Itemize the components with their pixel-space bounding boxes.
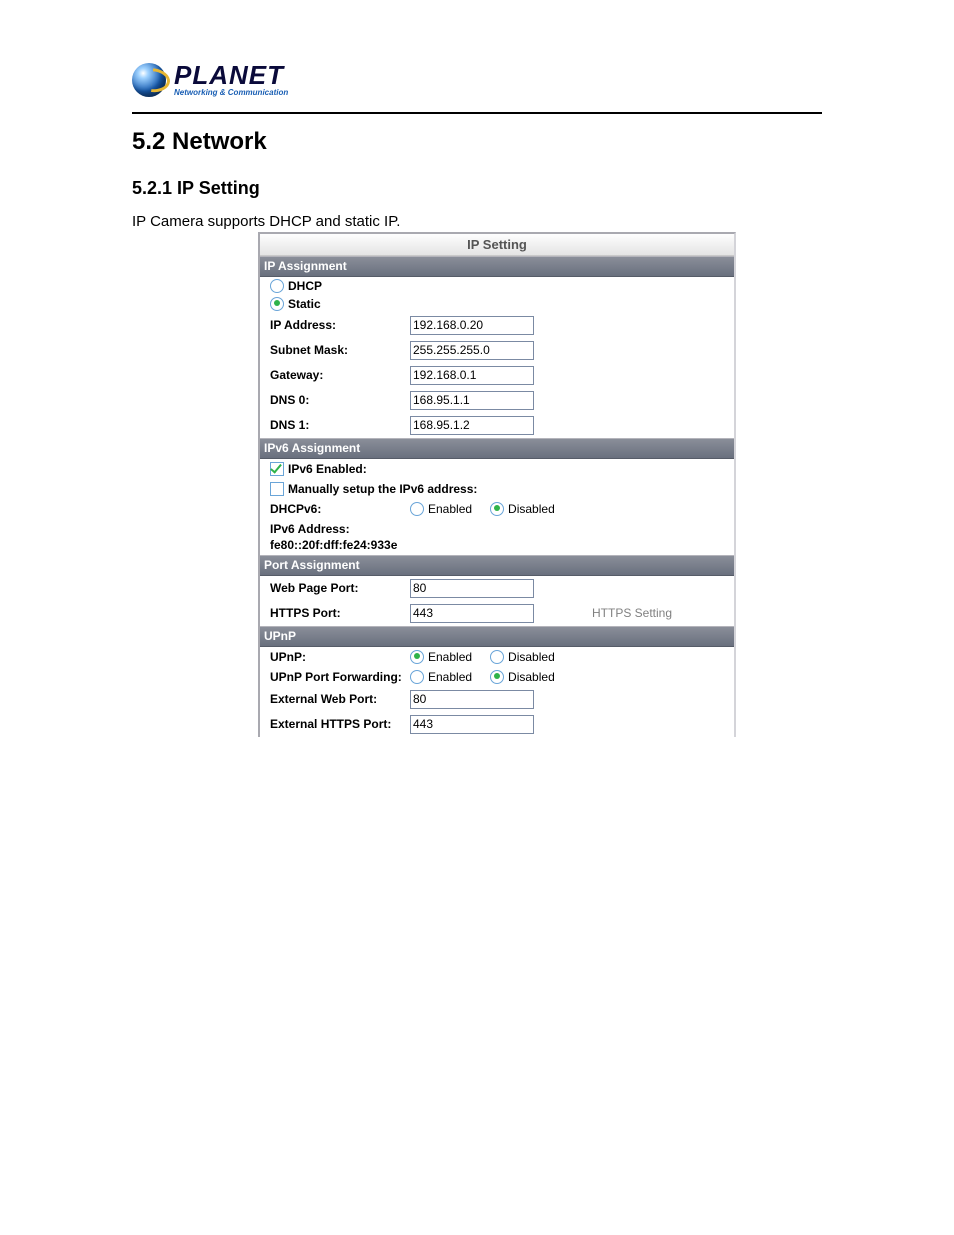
upnp-label: UPnP: bbox=[270, 650, 410, 664]
dns1-input[interactable] bbox=[410, 416, 534, 435]
panel-title: IP Setting bbox=[260, 234, 734, 256]
logo-area: PLANET Networking & Communication bbox=[0, 0, 954, 106]
upnp-disabled-radio[interactable]: Disabled bbox=[490, 650, 555, 664]
dhcpv6-enabled-label: Enabled bbox=[428, 502, 472, 516]
dhcp-label: DHCP bbox=[288, 279, 322, 293]
ip-address-input[interactable] bbox=[410, 316, 534, 335]
dhcpv6-disabled-radio[interactable]: Disabled bbox=[490, 502, 555, 516]
intro-text: IP Camera supports DHCP and static IP. bbox=[132, 213, 822, 230]
divider bbox=[132, 112, 822, 114]
dns1-label: DNS 1: bbox=[270, 418, 410, 432]
ipv6-manual-row[interactable]: Manually setup the IPv6 address: bbox=[260, 479, 734, 499]
dns0-input[interactable] bbox=[410, 391, 534, 410]
radio-icon bbox=[410, 670, 424, 684]
dns0-label: DNS 0: bbox=[270, 393, 410, 407]
brand-logo: PLANET Networking & Communication bbox=[132, 62, 288, 97]
checkbox-icon bbox=[270, 482, 284, 496]
ipv6-address-value: fe80::20f:dff:fe24:933e bbox=[270, 538, 397, 552]
web-port-label: Web Page Port: bbox=[270, 581, 410, 595]
ip-address-label: IP Address: bbox=[270, 318, 410, 332]
https-port-input[interactable] bbox=[410, 604, 534, 623]
ext-web-port-input[interactable] bbox=[410, 690, 534, 709]
static-radio[interactable]: Static bbox=[270, 297, 321, 311]
subnet-mask-label: Subnet Mask: bbox=[270, 343, 410, 357]
ext-https-port-input[interactable] bbox=[410, 715, 534, 734]
upnp-pf-enabled-radio[interactable]: Enabled bbox=[410, 670, 472, 684]
page: PLANET Networking & Communication 5.2 Ne… bbox=[0, 0, 954, 1235]
dhcp-radio-row[interactable]: DHCP bbox=[260, 277, 734, 295]
ipv6-manual-label: Manually setup the IPv6 address: bbox=[288, 482, 477, 496]
static-label: Static bbox=[288, 297, 321, 311]
ipv6-manual-checkbox[interactable]: Manually setup the IPv6 address: bbox=[270, 482, 477, 496]
radio-icon bbox=[270, 297, 284, 311]
checkbox-icon bbox=[270, 462, 284, 476]
radio-icon bbox=[410, 650, 424, 664]
ipv6-enabled-checkbox[interactable]: IPv6 Enabled: bbox=[270, 462, 367, 476]
upnp-pf-disabled-label: Disabled bbox=[508, 670, 555, 684]
ipv6-enabled-label: IPv6 Enabled: bbox=[288, 462, 367, 476]
radio-icon bbox=[410, 502, 424, 516]
upnp-enabled-label: Enabled bbox=[428, 650, 472, 664]
ipv6-enabled-row[interactable]: IPv6 Enabled: bbox=[260, 459, 734, 479]
static-radio-row[interactable]: Static bbox=[260, 295, 734, 313]
web-port-input[interactable] bbox=[410, 579, 534, 598]
port-assignment-header: Port Assignment bbox=[260, 555, 734, 576]
subsection-heading: 5.2.1 IP Setting bbox=[132, 178, 822, 199]
dhcpv6-enabled-radio[interactable]: Enabled bbox=[410, 502, 472, 516]
radio-icon bbox=[490, 650, 504, 664]
ip-assignment-header: IP Assignment bbox=[260, 256, 734, 277]
upnp-pf-label: UPnP Port Forwarding: bbox=[270, 670, 410, 684]
brand-tagline: Networking & Communication bbox=[174, 89, 288, 97]
ipv6-address-label: IPv6 Address: bbox=[270, 522, 350, 536]
gateway-input[interactable] bbox=[410, 366, 534, 385]
radio-icon bbox=[270, 279, 284, 293]
upnp-pf-disabled-radio[interactable]: Disabled bbox=[490, 670, 555, 684]
subnet-mask-input[interactable] bbox=[410, 341, 534, 360]
brand-name: PLANET bbox=[174, 62, 288, 88]
globe-icon bbox=[132, 63, 166, 97]
radio-icon bbox=[490, 670, 504, 684]
dhcpv6-disabled-label: Disabled bbox=[508, 502, 555, 516]
dhcp-radio[interactable]: DHCP bbox=[270, 279, 322, 293]
gateway-label: Gateway: bbox=[270, 368, 410, 382]
ipv6-assignment-header: IPv6 Assignment bbox=[260, 438, 734, 459]
ext-https-port-label: External HTTPS Port: bbox=[270, 717, 410, 731]
ext-web-port-label: External Web Port: bbox=[270, 692, 410, 706]
https-setting-link[interactable]: HTTPS Setting bbox=[592, 606, 672, 620]
upnp-enabled-radio[interactable]: Enabled bbox=[410, 650, 472, 664]
dhcpv6-label: DHCPv6: bbox=[270, 502, 410, 516]
section-heading: 5.2 Network bbox=[132, 128, 822, 156]
https-port-label: HTTPS Port: bbox=[270, 606, 410, 620]
upnp-disabled-label: Disabled bbox=[508, 650, 555, 664]
upnp-pf-enabled-label: Enabled bbox=[428, 670, 472, 684]
ipv6-address-block: IPv6 Address: fe80::20f:dff:fe24:933e bbox=[260, 519, 734, 555]
upnp-header: UPnP bbox=[260, 626, 734, 647]
ip-setting-panel: IP Setting IP Assignment DHCP Static IP … bbox=[258, 232, 736, 737]
radio-icon bbox=[490, 502, 504, 516]
